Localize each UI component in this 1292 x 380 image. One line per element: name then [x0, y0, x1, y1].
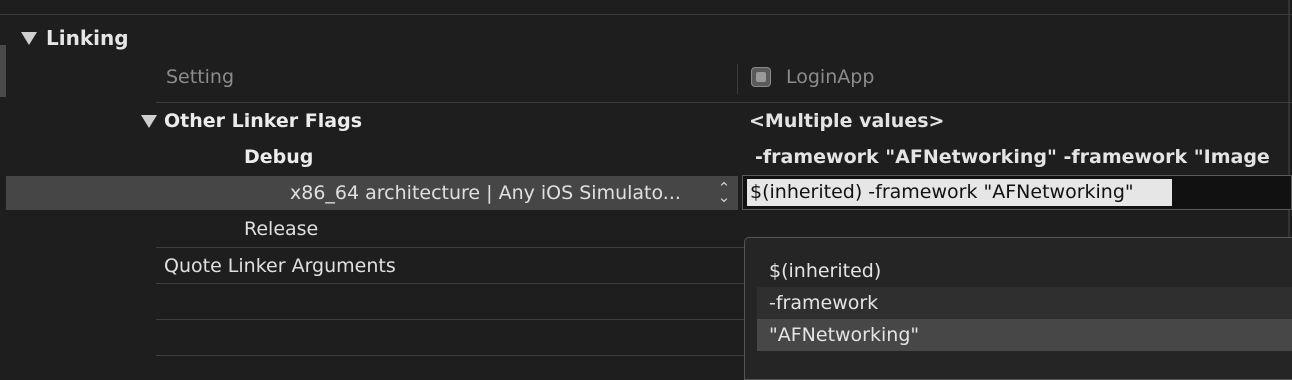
section-title[interactable]: Linking	[46, 26, 129, 50]
up-down-chevron-icon[interactable]: ⌃ ⌄	[717, 181, 731, 205]
setting-config-release[interactable]: Release	[244, 218, 318, 240]
disclosure-triangle-down-icon[interactable]	[21, 32, 37, 45]
list-item[interactable]: -framework	[757, 287, 1292, 319]
column-separator	[737, 64, 738, 94]
build-settings-panel: Linking Setting LoginApp Other Linker Fl…	[0, 0, 1292, 380]
setting-column-header[interactable]: Setting	[166, 66, 234, 88]
disclosure-triangle-down-icon[interactable]	[141, 115, 157, 128]
setting-value-arch[interactable]: $(inherited) -framework "AFNetworking"	[750, 181, 1134, 203]
setting-name-quote-linker-arguments[interactable]: Quote Linker Arguments	[164, 255, 396, 277]
list-item-selected[interactable]: "AFNetworking"	[757, 319, 1292, 351]
top-divider	[0, 14, 1292, 15]
row-divider	[156, 355, 744, 356]
setting-value-debug[interactable]: -framework "AFNetworking" -framework "Im…	[755, 146, 1270, 168]
row-divider	[156, 247, 744, 248]
setting-config-debug[interactable]: Debug	[244, 146, 313, 168]
setting-name-other-linker-flags[interactable]: Other Linker Flags	[164, 110, 362, 132]
row-divider	[156, 283, 744, 284]
setting-arch-condition[interactable]: x86_64 architecture | Any iOS Simulato..…	[290, 182, 681, 204]
row-divider	[156, 319, 744, 320]
app-target-icon	[751, 67, 771, 87]
value-list-popup[interactable]: $(inherited) -framework "AFNetworking"	[744, 237, 1292, 380]
target-column-header[interactable]: LoginApp	[786, 66, 874, 88]
left-edge-stripe	[0, 45, 6, 97]
list-item[interactable]: $(inherited)	[757, 255, 1292, 287]
header-divider	[156, 102, 1292, 103]
setting-value-other-linker-flags[interactable]: <Multiple values>	[749, 110, 944, 132]
